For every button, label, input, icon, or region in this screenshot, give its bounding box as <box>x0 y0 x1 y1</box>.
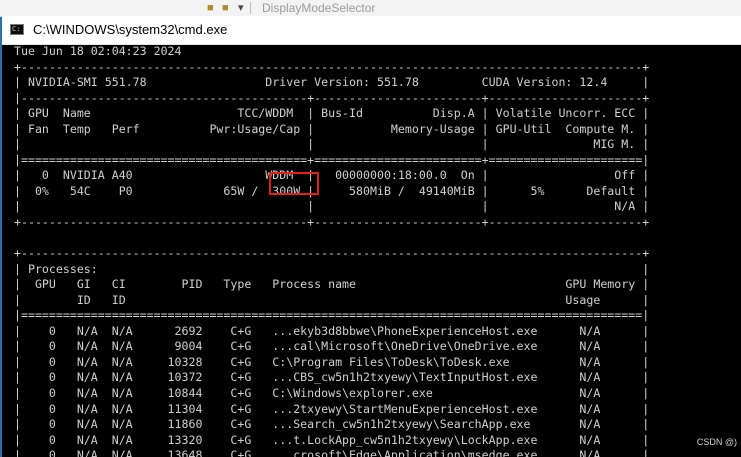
console-line: | 0 N/A N/A 9004 C+G ...cal\Microsoft\On… <box>14 339 650 354</box>
console-line: +---------------------------------------… <box>14 59 650 74</box>
console-line: | 0 N/A N/A 10372 C+G ...CBS_cw5n1h2txye… <box>14 370 650 385</box>
console-line: | 0% 54C P0 65W / 300W | 580MiB / 49140M… <box>14 183 650 198</box>
explorer-title-strip: ■ ■ ▾ DisplayModeSelector <box>0 0 741 17</box>
console-line: |=======================================… <box>14 152 650 167</box>
console-line: | 0 N/A N/A 13648 C+G ...crosoft\Edge\Ap… <box>14 448 650 457</box>
console-line: | 0 N/A N/A 10328 C+G C:\Program Files\T… <box>14 354 650 369</box>
console-line: | 0 NVIDIA A40 WDDM | 00000000:18:00.0 O… <box>14 168 650 183</box>
console-line: | ID ID Usage | <box>14 292 650 307</box>
folder-icon[interactable]: ■ <box>207 2 214 14</box>
console-line: | Processes: | <box>14 261 650 276</box>
console-line: | 0 N/A N/A 10844 C+G C:\Windows\explore… <box>14 386 650 401</box>
console-line: Tue Jun 18 02:04:23 2024 <box>14 44 182 58</box>
console-line: |---------------------------------------… <box>14 90 650 105</box>
watermark: CSDN @) <box>696 437 737 447</box>
console-line: +---------------------------------------… <box>14 246 650 261</box>
console-line: | | | N/A | <box>14 199 650 214</box>
console-text: Tue Jun 18 02:04:23 2024 +--------------… <box>14 44 741 457</box>
folder-icon[interactable]: ■ <box>222 2 229 14</box>
console-line: | NVIDIA-SMI 551.78 Driver Version: 551.… <box>14 75 650 90</box>
window-title: C:\WINDOWS\system32\cmd.exe <box>33 22 228 37</box>
dropdown-arrow-icon[interactable]: ▾ <box>238 2 244 14</box>
console-line: | 0 N/A N/A 2692 C+G ...ekyb3d8bbwe\Phon… <box>14 323 650 338</box>
console-line: | 0 N/A N/A 11304 C+G ...2txyewy\StartMe… <box>14 401 650 416</box>
console-line: | 0 N/A N/A 13320 C+G ...t.LockApp_cw5n1… <box>14 432 650 447</box>
console-output[interactable]: Tue Jun 18 02:04:23 2024 +--------------… <box>14 44 741 457</box>
console-line: | GPU Name TCC/WDDM | Bus-Id Disp.A | Vo… <box>14 106 650 121</box>
cmd-icon: C: <box>10 24 24 35</box>
console-line: |=======================================… <box>14 308 650 323</box>
title-bar[interactable]: C: C:\WINDOWS\system32\cmd.exe <box>2 16 741 45</box>
console-line: +---------------------------------------… <box>14 215 650 230</box>
cmd-window[interactable]: C: C:\WINDOWS\system32\cmd.exe Tue Jun 1… <box>2 16 741 457</box>
console-line: | Fan Temp Perf Pwr:Usage/Cap | Memory-U… <box>14 121 650 136</box>
explorer-window-title: DisplayModeSelector <box>262 1 376 15</box>
toolbar-separator <box>250 2 251 14</box>
console-line: | | | MIG M. | <box>14 137 650 152</box>
console-line: | 0 N/A N/A 11860 C+G ...Search_cw5n1h2t… <box>14 417 650 432</box>
console-line: | GPU GI CI PID Type Process name GPU Me… <box>14 277 650 292</box>
wddm-highlight-box <box>269 172 319 195</box>
